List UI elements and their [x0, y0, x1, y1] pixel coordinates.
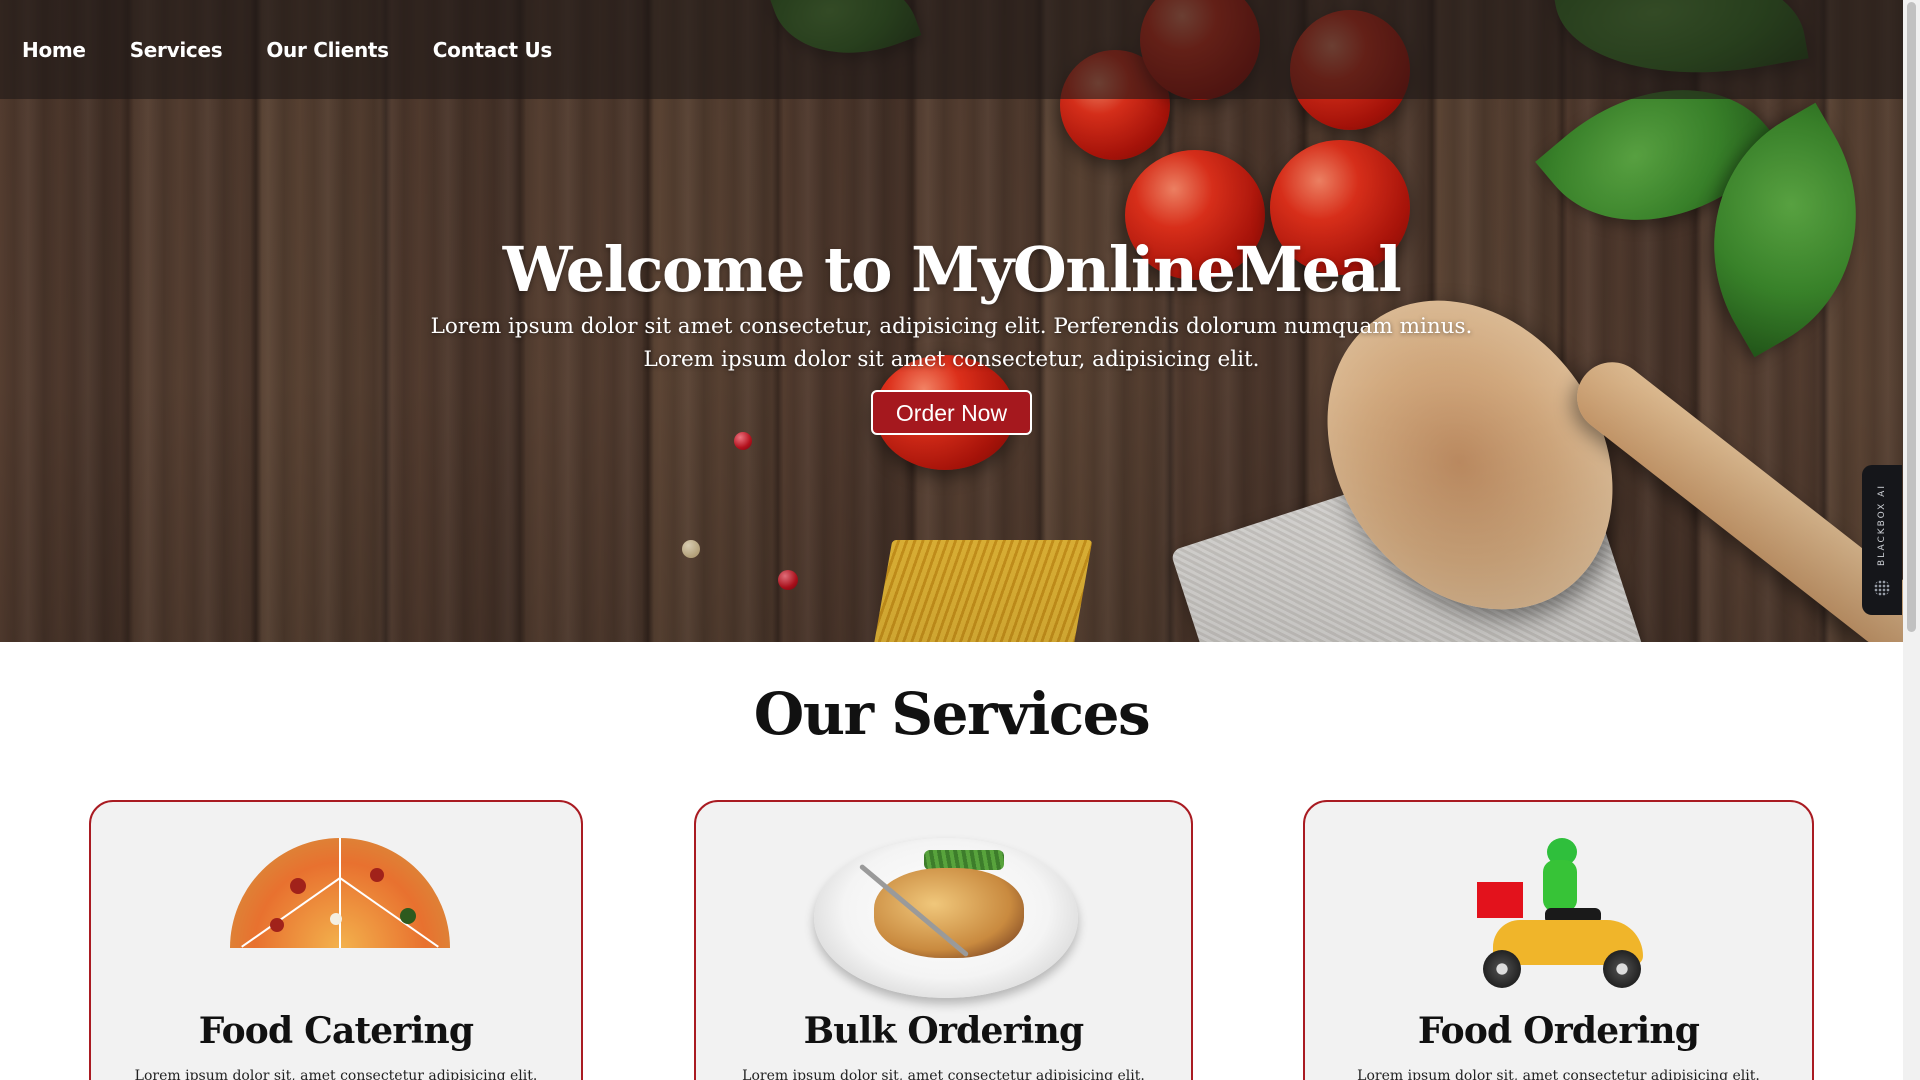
peppercorn-decoration	[778, 570, 798, 590]
scrollbar-thumb[interactable]	[1907, 2, 1916, 632]
services-heading: Our Services	[753, 680, 1151, 748]
nav-item-our-clients[interactable]: Our Clients	[266, 38, 389, 62]
card-title: Food Catering	[198, 1010, 474, 1052]
card-title: Food Ordering	[1417, 1010, 1700, 1052]
pizza-image	[230, 838, 450, 948]
pasta-decoration	[867, 540, 1093, 642]
blackbox-logo-icon	[1874, 579, 1890, 596]
nav-item-services[interactable]: Services	[130, 38, 223, 62]
delivery-scooter-image	[1473, 838, 1653, 988]
card-text: Lorem ipsum dolor sit, amet consectetur …	[134, 1068, 538, 1080]
order-now-button[interactable]: Order Now	[871, 390, 1032, 435]
peppercorn-decoration	[682, 540, 700, 558]
nav-item-home[interactable]: Home	[22, 38, 86, 62]
service-card-food-ordering[interactable]: Food Ordering Lorem ipsum dolor sit, ame…	[1303, 800, 1814, 1080]
top-navigation: Home Services Our Clients Contact Us	[0, 0, 1903, 99]
hero-title: Welcome to MyOnlineMeal	[502, 233, 1402, 306]
hero-content: Welcome to MyOnlineMeal Lorem ipsum dolo…	[0, 230, 1903, 435]
card-text: Lorem ipsum dolor sit, amet consectetur …	[1357, 1068, 1760, 1080]
card-title: Bulk Ordering	[803, 1010, 1085, 1052]
service-card-food-catering[interactable]: Food Catering Lorem ipsum dolor sit, ame…	[89, 800, 583, 1080]
delivery-box-icon	[1477, 882, 1523, 918]
service-card-bulk-ordering[interactable]: Bulk Ordering Lorem ipsum dolor sit, ame…	[694, 800, 1193, 1080]
page-scrollbar[interactable]	[1903, 0, 1920, 1080]
nav-item-contact-us[interactable]: Contact Us	[433, 38, 553, 62]
cloth-decoration	[1170, 421, 1650, 642]
hero-subtitle-line1: Lorem ipsum dolor sit amet consectetur, …	[430, 314, 1473, 339]
hero-subtitle-line2: Lorem ipsum dolor sit amet consectetur, …	[643, 347, 1260, 372]
card-text: Lorem ipsum dolor sit, amet consectetur …	[742, 1068, 1145, 1080]
side-tab-label: BLACKBOX AI	[1877, 484, 1887, 566]
plate-image	[814, 838, 1078, 998]
blackbox-ai-side-tab[interactable]: BLACKBOX AI	[1862, 465, 1902, 615]
